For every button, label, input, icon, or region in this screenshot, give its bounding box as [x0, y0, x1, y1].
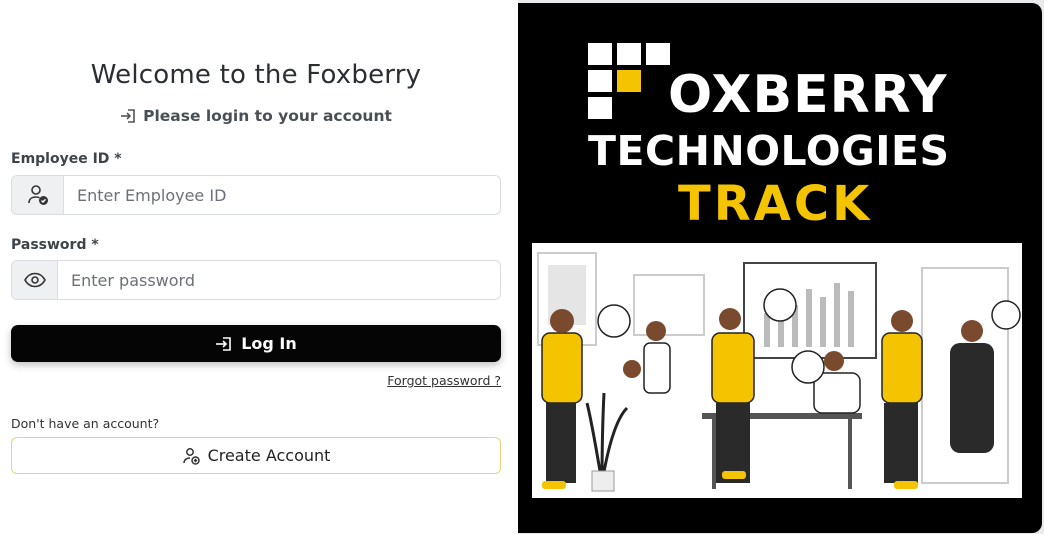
login-icon	[216, 336, 232, 351]
create-account-label: Create Account	[207, 446, 331, 465]
password-input[interactable]	[58, 261, 500, 299]
no-account-text: Don't have an account?	[11, 416, 160, 431]
password-addon[interactable]	[12, 261, 58, 299]
foxberry-logo-icon	[588, 43, 670, 119]
page-subtitle: Please login to your account	[0, 107, 512, 125]
brand-panel: OXBERRY TECHNOLOGIES TRACK	[518, 3, 1042, 533]
password-label: Password *	[11, 237, 99, 253]
page-title: Welcome to the Foxberry	[90, 60, 422, 90]
forgot-password-link[interactable]: Forgot password ?	[387, 373, 501, 388]
login-button-label: Log In	[241, 334, 297, 353]
user-check-icon	[27, 185, 48, 205]
login-panel: Welcome to the Foxberry Please login to …	[0, 0, 518, 534]
brand-line-3: TRACK	[678, 176, 873, 232]
login-icon	[121, 109, 135, 123]
create-account-button[interactable]: Create Account	[11, 437, 501, 474]
password-group	[11, 260, 501, 300]
brand-line-1: OXBERRY	[668, 65, 948, 125]
employee-id-input[interactable]	[64, 176, 500, 214]
employee-id-group	[11, 175, 501, 215]
eye-icon[interactable]	[23, 272, 46, 288]
employee-id-label: Employee ID *	[11, 151, 122, 167]
user-add-icon	[182, 447, 200, 465]
login-button[interactable]: Log In	[11, 325, 501, 362]
brand-line-2: TECHNOLOGIES	[588, 127, 950, 175]
team-illustration	[532, 243, 1022, 498]
subtitle-text: Please login to your account	[143, 107, 392, 125]
employee-id-addon	[12, 176, 64, 214]
